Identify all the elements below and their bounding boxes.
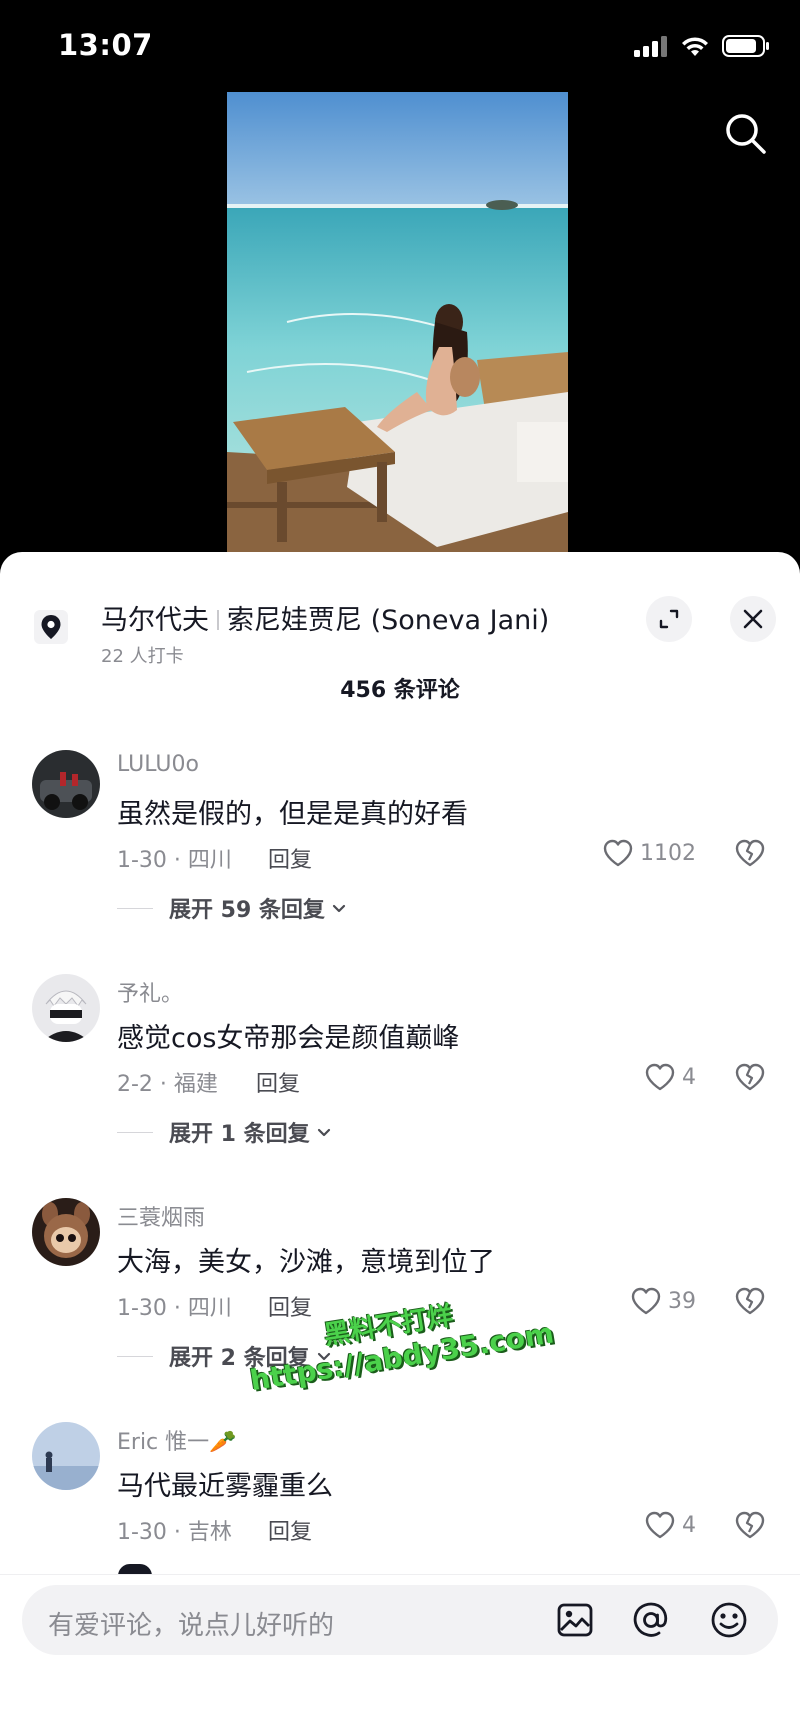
emoji-icon xyxy=(711,1602,747,1638)
comment-item: 予礼。 感觉cos女帝那会是颜值巅峰 2-2 · 福建 回复 4 展开 1 条回… xyxy=(0,974,800,1184)
divider-line xyxy=(117,907,153,909)
broken-heart-icon xyxy=(735,1511,765,1539)
expand-replies-label: 展开 59 条回复 xyxy=(169,898,325,923)
video-thumbnail[interactable] xyxy=(227,92,568,560)
divider-line xyxy=(117,1355,153,1357)
comment-input-placeholder: 有爱评论，说点儿好听的 xyxy=(48,1611,335,1641)
comment-username[interactable]: Eric 惟一🥕 xyxy=(117,1424,237,1456)
comment-meta: 2-2 · 福建 xyxy=(117,1072,218,1097)
reply-button[interactable]: 回复 xyxy=(268,1514,312,1546)
search-icon xyxy=(726,114,766,154)
chevron-down-icon xyxy=(317,1352,330,1361)
title-divider xyxy=(217,610,219,630)
like-button[interactable]: 39 xyxy=(630,1286,696,1316)
like-count: 4 xyxy=(682,1064,696,1090)
avatar[interactable] xyxy=(32,750,100,818)
expand-button[interactable] xyxy=(646,596,692,642)
video-area xyxy=(0,0,800,560)
comment-meta: 1-30 · 四川 xyxy=(117,848,232,873)
like-count: 39 xyxy=(668,1288,696,1314)
comment-item: 三蓑烟雨 大海，美女，沙滩，意境到位了 1-30 · 四川 回复 39 展开 2… xyxy=(0,1198,800,1408)
comment-username[interactable]: 予礼。 xyxy=(117,976,183,1008)
location-region: 马尔代夫 xyxy=(101,605,209,636)
comment-username[interactable]: 三蓑烟雨 xyxy=(117,1200,205,1232)
broken-heart-icon xyxy=(735,1063,765,1091)
dislike-button[interactable] xyxy=(734,838,766,872)
comment-sheet: 马尔代夫索尼娃贾尼 (Soneva Jani) 22 人打卡 456 条评论 xyxy=(0,552,800,1731)
expand-replies[interactable]: 展开 1 条回复 xyxy=(117,1116,334,1148)
reply-button[interactable]: 回复 xyxy=(268,842,312,874)
checkin-count: 22 人打卡 xyxy=(101,646,184,667)
heart-icon xyxy=(645,1511,675,1539)
search-button[interactable] xyxy=(722,110,770,158)
expand-replies[interactable]: 展开 59 条回复 xyxy=(117,892,349,924)
comment-text: 大海，美女，沙滩，意境到位了 xyxy=(117,1247,495,1278)
comment-meta: 1-30 · 吉林 xyxy=(117,1520,232,1545)
location-place: 索尼娃贾尼 (Soneva Jani) xyxy=(227,605,550,636)
comment-text: 马代最近雾霾重么 xyxy=(117,1471,333,1502)
heart-icon xyxy=(603,839,633,867)
comment-input-bar: 有爱评论，说点儿好听的 xyxy=(0,1574,800,1731)
comment-meta: 1-30 · 四川 xyxy=(117,1296,232,1321)
expand-icon xyxy=(659,609,679,629)
heart-icon xyxy=(631,1287,661,1315)
broken-heart-icon xyxy=(735,839,765,867)
avatar[interactable] xyxy=(32,1198,100,1266)
expand-replies-label: 展开 1 条回复 xyxy=(169,1122,310,1147)
close-button[interactable] xyxy=(730,596,776,642)
comment-text: 感觉cos女帝那会是颜值巅峰 xyxy=(117,1023,460,1054)
reply-button[interactable]: 回复 xyxy=(268,1290,312,1322)
like-button[interactable]: 4 xyxy=(644,1510,696,1540)
location-title: 马尔代夫 索尼娃贾尼 (Soneva Jani) xyxy=(101,598,549,637)
image-icon xyxy=(557,1603,593,1637)
chevron-down-icon xyxy=(332,904,346,913)
expand-replies[interactable]: 展开 2 条回复 xyxy=(117,1340,334,1372)
heart-icon xyxy=(645,1063,675,1091)
at-icon xyxy=(633,1602,668,1637)
comment-item: LULU0o 虽然是假的，但是是真的好看 1-30 · 四川 回复 1102 展… xyxy=(0,750,800,960)
broken-heart-icon xyxy=(735,1287,765,1315)
avatar[interactable] xyxy=(32,974,100,1042)
divider-line xyxy=(117,1131,153,1133)
dislike-button[interactable] xyxy=(734,1286,766,1320)
like-button[interactable]: 4 xyxy=(644,1062,696,1092)
reply-button[interactable]: 回复 xyxy=(256,1066,300,1098)
emoji-button[interactable] xyxy=(708,1599,750,1641)
comment-text: 虽然是假的，但是是真的好看 xyxy=(117,799,468,830)
like-count: 4 xyxy=(682,1512,696,1538)
location-header[interactable]: 马尔代夫 索尼娃贾尼 (Soneva Jani) 22 人打卡 xyxy=(0,572,800,667)
image-button[interactable] xyxy=(554,1599,596,1641)
comment-count: 456 条评论 xyxy=(340,678,460,703)
avatar[interactable] xyxy=(32,1422,100,1490)
beach-scene-image xyxy=(227,92,568,560)
comment-username[interactable]: LULU0o xyxy=(117,752,199,777)
dislike-button[interactable] xyxy=(734,1062,766,1096)
close-icon xyxy=(743,609,763,629)
mention-button[interactable] xyxy=(630,1599,672,1641)
comment-input[interactable]: 有爱评论，说点儿好听的 xyxy=(22,1585,778,1655)
like-button[interactable]: 1102 xyxy=(602,838,696,868)
chevron-down-icon xyxy=(317,1128,330,1137)
dislike-button[interactable] xyxy=(734,1510,766,1544)
location-pin-icon xyxy=(34,610,68,644)
like-count: 1102 xyxy=(640,840,696,866)
expand-replies-label: 展开 2 条回复 xyxy=(169,1346,310,1371)
